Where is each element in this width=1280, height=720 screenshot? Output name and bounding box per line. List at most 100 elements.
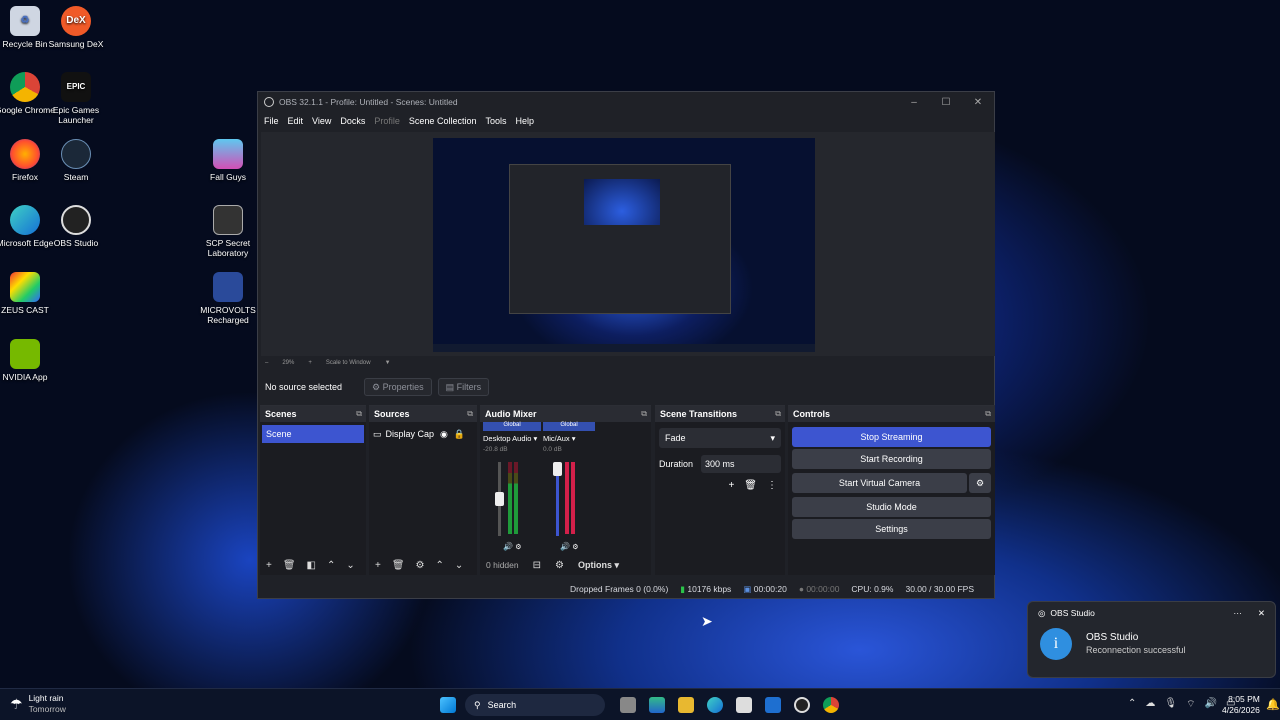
notification-toast[interactable]: ◎ OBS Studio ··· ✕ i OBS Studio Reconnec… (1027, 601, 1276, 678)
minimize-button[interactable]: – (898, 97, 930, 108)
menu-scene-collection[interactable]: Scene Collection (409, 116, 477, 126)
advanced-audio-icon[interactable]: ⚙ (555, 560, 564, 571)
obs-studio-shortcut[interactable]: OBS Studio (45, 205, 107, 248)
scene-filter-icon[interactable]: ◧ (307, 560, 316, 571)
store-icon[interactable] (736, 697, 752, 713)
virtual-camera-settings-icon[interactable]: ⚙ (969, 473, 991, 493)
undock-icon[interactable]: ⧉ (641, 409, 647, 419)
settings-button[interactable]: Settings (792, 519, 991, 539)
menu-tools[interactable]: Tools (485, 116, 506, 126)
samsung-dex-shortcut[interactable]: DeX Samsung DeX (45, 6, 107, 49)
scale-mode-select[interactable]: Scale to Window (326, 360, 371, 366)
undock-icon[interactable]: ⧉ (356, 409, 362, 419)
chevron-down-icon: ▾ (770, 432, 775, 443)
obs-logo-icon (264, 97, 274, 107)
close-icon[interactable]: ✕ (1258, 608, 1265, 619)
epic-games-shortcut[interactable]: EPIC Epic Games Launcher (45, 72, 107, 125)
epic-games-icon: EPIC (61, 72, 91, 102)
wifi-icon[interactable]: ⌔ (1186, 698, 1195, 711)
undock-icon[interactable]: ⧉ (775, 409, 781, 419)
properties-button[interactable]: ⚙ Properties (364, 378, 432, 396)
preview-canvas[interactable] (261, 132, 995, 356)
chevron-down-icon[interactable]: ▼ (385, 360, 391, 366)
filters-button[interactable]: ▤ Filters (437, 378, 490, 396)
stop-streaming-button[interactable]: Stop Streaming (792, 427, 991, 447)
monitor-settings-icon[interactable]: ⚙ (572, 544, 578, 551)
chrome-taskbar-icon[interactable] (823, 697, 839, 713)
gear-icon[interactable]: ⚙ (416, 560, 425, 571)
speaker-icon[interactable]: 🔊 (560, 542, 570, 551)
zeus-cast-shortcut[interactable]: ZEUS CAST (0, 272, 56, 315)
trash-icon[interactable]: 🗑 (744, 480, 757, 491)
search-box[interactable]: ⚲ Search (465, 694, 605, 716)
more-options-icon[interactable]: ··· (1233, 608, 1242, 618)
add-source-button[interactable]: + (375, 560, 381, 571)
speaker-icon[interactable]: 🔊 (503, 542, 513, 551)
start-virtual-camera-button[interactable]: Start Virtual Camera (792, 473, 967, 493)
weather-widget[interactable]: ☂ Light rain Tomorrow (10, 693, 66, 715)
undock-icon[interactable]: ⧉ (467, 409, 473, 419)
copilot-icon[interactable] (649, 697, 665, 713)
duration-input[interactable]: 300 ms (701, 455, 781, 473)
lock-icon[interactable]: 🔒 (454, 429, 465, 440)
eye-icon[interactable]: ◉ (440, 429, 448, 440)
volume-handle[interactable] (495, 492, 504, 506)
zoom-in-button[interactable]: + (308, 360, 312, 366)
obs-taskbar-icon[interactable] (794, 697, 810, 713)
volume-icon[interactable]: 🔊 (1205, 698, 1217, 711)
steam-shortcut[interactable]: Steam (45, 139, 107, 182)
mouse-cursor-icon: ➤ (701, 613, 713, 629)
move-up-button[interactable]: ⌃ (436, 560, 444, 571)
scp-shortcut[interactable]: SCP Secret Laboratory (197, 205, 259, 258)
clock[interactable]: 8:05 PM 4/26/2026 (1222, 694, 1260, 716)
menu-profile[interactable]: Profile (374, 116, 400, 126)
microphone-icon[interactable]: 🎙 (1164, 698, 1177, 711)
zoom-out-button[interactable]: – (265, 360, 268, 366)
notification-bell-icon[interactable]: 🔔 (1266, 698, 1280, 711)
volume-slider[interactable] (495, 462, 504, 536)
mail-icon[interactable] (765, 697, 781, 713)
menu-view[interactable]: View (312, 116, 331, 126)
mixer-options-button[interactable]: Options ▾ (578, 560, 619, 571)
move-down-button[interactable]: ⌄ (455, 560, 463, 571)
source-item[interactable]: ▭ Display Cap ◉ 🔒 (373, 425, 473, 443)
trash-icon[interactable]: 🗑 (392, 560, 405, 571)
start-recording-button[interactable]: Start Recording (792, 449, 991, 469)
menu-file[interactable]: File (264, 116, 279, 126)
onedrive-icon[interactable]: ☁ (1145, 698, 1155, 711)
task-view-icon[interactable] (620, 697, 636, 713)
transition-select[interactable]: Fade ▾ (659, 428, 781, 448)
move-up-button[interactable]: ⌃ (327, 560, 335, 571)
maximize-button[interactable]: ☐ (930, 97, 962, 108)
chevron-up-icon[interactable]: ⌃ (1128, 698, 1136, 711)
obs-titlebar[interactable]: OBS 32.1.1 - Profile: Untitled - Scenes:… (258, 92, 994, 112)
layout-toggle-icon[interactable]: ⊟ (533, 560, 541, 571)
edge-taskbar-icon[interactable] (707, 697, 723, 713)
volume-handle[interactable] (553, 462, 562, 476)
studio-mode-button[interactable]: Studio Mode (792, 497, 991, 517)
more-icon[interactable]: ⋮ (767, 480, 777, 491)
add-transition-button[interactable]: + (728, 480, 734, 491)
move-down-button[interactable]: ⌄ (346, 560, 354, 571)
desktop-audio-label[interactable]: Desktop Audio ▾ (483, 434, 541, 443)
volume-slider[interactable] (553, 462, 562, 536)
fall-guys-shortcut[interactable]: Fall Guys (197, 139, 259, 182)
menu-docks[interactable]: Docks (340, 116, 365, 126)
mic-aux-label[interactable]: Mic/Aux ▾ (543, 434, 595, 443)
microvolts-shortcut[interactable]: MICROVOLTS Recharged (197, 272, 259, 325)
start-button-icon[interactable] (440, 697, 456, 713)
obs-window: OBS 32.1.1 - Profile: Untitled - Scenes:… (257, 91, 995, 599)
scene-item[interactable]: Scene (262, 425, 364, 443)
edge-icon (10, 205, 40, 235)
close-button[interactable]: ✕ (962, 97, 994, 108)
monitor-settings-icon[interactable]: ⚙ (515, 544, 521, 551)
menu-edit[interactable]: Edit (288, 116, 304, 126)
controls-title: Controls (793, 409, 830, 419)
menu-help[interactable]: Help (515, 116, 534, 126)
monitor-icon: ▭ (373, 428, 382, 439)
file-explorer-icon[interactable] (678, 697, 694, 713)
undock-icon[interactable]: ⧉ (985, 409, 991, 419)
add-scene-button[interactable]: + (266, 560, 272, 571)
nvidia-app-shortcut[interactable]: NVIDIA App (0, 339, 56, 382)
trash-icon[interactable]: 🗑 (283, 560, 296, 571)
